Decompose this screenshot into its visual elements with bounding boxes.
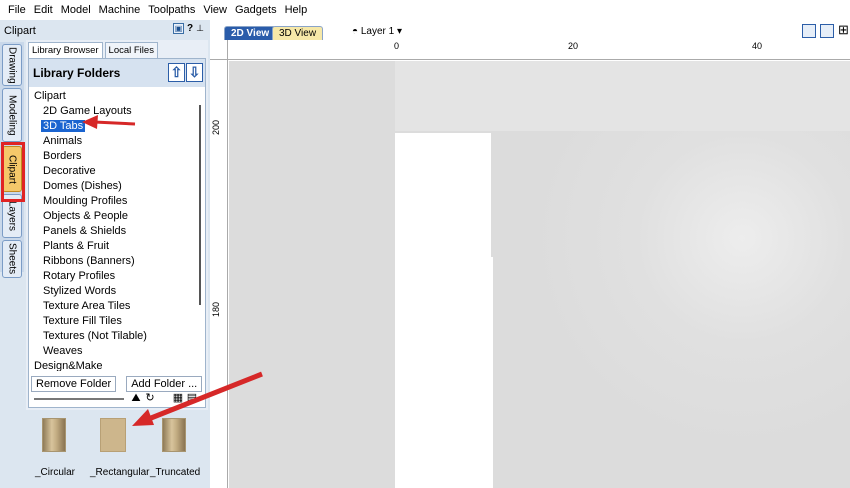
tree-item[interactable]: Moulding Profiles (29, 194, 205, 209)
menu-bar: File Edit Model Machine Toolpaths View G… (0, 0, 850, 20)
clipart-thumbnails: _Circular _Rectangular _Truncated (26, 410, 208, 488)
help-icon[interactable]: ? (187, 23, 193, 34)
menu-gadgets[interactable]: Gadgets (231, 0, 281, 20)
ruler-left: 200 180 (210, 60, 228, 488)
menu-file[interactable]: File (4, 0, 30, 20)
tree-item[interactable]: Objects & People (29, 209, 205, 224)
tree-item[interactable]: Rotary Profiles (29, 269, 205, 284)
library-folders-frame: Library Folders ⇧ ⇩ Clipart 2D Game Layou… (28, 58, 206, 408)
menu-help[interactable]: Help (281, 0, 312, 20)
thumbnail-size-slider[interactable] (34, 398, 124, 400)
view-layout-icon[interactable] (820, 24, 834, 38)
move-up-arrow-icon[interactable]: ⇧ (168, 63, 185, 82)
tree-item[interactable]: Stylized Words (29, 284, 205, 299)
clipart-preview (42, 418, 66, 452)
tree-scrollbar[interactable] (197, 95, 203, 325)
tree-item[interactable]: Animals (29, 134, 205, 149)
pin-icon[interactable]: ⊥ (196, 23, 204, 34)
menu-edit[interactable]: Edit (30, 0, 57, 20)
tree-item[interactable]: 2D Game Layouts (29, 104, 205, 119)
tab-2d-view[interactable]: 2D View (224, 26, 277, 40)
thumbnail-circular[interactable]: _Circular (30, 416, 80, 486)
move-down-arrow-icon[interactable]: ⇩ (186, 63, 203, 82)
tree-item[interactable]: Design&Make (29, 359, 205, 371)
tree-item[interactable]: Plants & Fruit (29, 239, 205, 254)
panel-title: Clipart (4, 25, 36, 37)
tab-drawing[interactable]: Drawing (2, 44, 22, 86)
tree-item[interactable]: Ribbons (Banners) (29, 254, 205, 269)
layer-selector[interactable]: ◓ Layer 1 ▾ (352, 26, 402, 37)
tree-item[interactable]: Texture Area Tiles (29, 299, 205, 314)
tree-item[interactable]: 3D Tabs (29, 119, 205, 134)
tab-sheets[interactable]: Sheets (2, 240, 22, 278)
tab-local-files[interactable]: Local Files (104, 42, 158, 59)
grid-view-icon[interactable]: ▦ (172, 392, 184, 404)
menu-model[interactable]: Model (57, 0, 95, 20)
grid-icon[interactable]: ⊞ (838, 22, 849, 38)
list-view-icon[interactable]: ▤ (186, 392, 198, 404)
thumbnail-size-bar: ⛰ ↻ ▦ ▤ (26, 390, 208, 410)
ruler-top: 0 20 40 (228, 40, 850, 60)
tab-modeling[interactable]: Modeling (2, 88, 22, 142)
annotation-highlight-box (1, 142, 25, 202)
menu-machine[interactable]: Machine (95, 0, 145, 20)
dock-icon[interactable]: ▣ (173, 23, 185, 34)
mountain-icon[interactable]: ⛰ (130, 392, 142, 404)
tree-item[interactable]: Domes (Dishes) (29, 179, 205, 194)
menu-toolpaths[interactable]: Toolpaths (144, 0, 199, 20)
refresh-icon[interactable]: ↻ (144, 392, 156, 404)
layer-icon: ◓ (352, 26, 361, 37)
drawing-canvas[interactable] (229, 61, 850, 488)
library-folders-header: Library Folders ⇧ ⇩ (29, 59, 205, 87)
folder-tree: Clipart 2D Game Layouts 3D Tabs Animals Bord… (29, 89, 205, 371)
tab-library-browser[interactable]: Library Browser (28, 42, 103, 59)
tab-3d-view[interactable]: 3D View (272, 26, 324, 40)
menu-view[interactable]: View (199, 0, 231, 20)
tree-item[interactable]: Weaves (29, 344, 205, 359)
tree-item[interactable]: Borders (29, 149, 205, 164)
ruler-corner (210, 40, 228, 60)
tree-item[interactable]: Clipart (29, 89, 205, 104)
clipart-preview (162, 418, 186, 452)
clipart-preview (100, 418, 126, 452)
thumbnail-truncated[interactable]: _Truncated (150, 416, 200, 486)
tree-item[interactable]: Textures (Not Tilable) (29, 329, 205, 344)
library-browser: Library Browser Local Files Library Fold… (26, 40, 208, 410)
panel-header: Clipart ▣ ? ⊥ (0, 22, 210, 40)
tree-item[interactable]: Texture Fill Tiles (29, 314, 205, 329)
thumbnail-rectangular[interactable]: _Rectangular (90, 416, 149, 486)
view-toggle-icon[interactable] (802, 24, 816, 38)
view-tab-bar: 2D View 3D View ◓ Layer 1 ▾ ⊞ (210, 20, 850, 40)
tree-item[interactable]: Panels & Shields (29, 224, 205, 239)
tree-item[interactable]: Decorative (29, 164, 205, 179)
